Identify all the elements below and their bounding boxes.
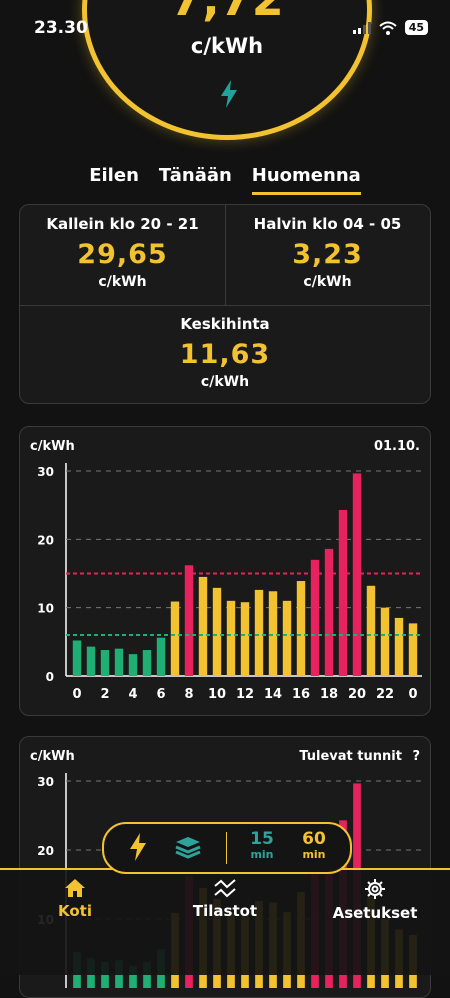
nav-tilastot-label: Tilastot — [192, 902, 258, 920]
price-bar — [128, 654, 138, 676]
avg-price-value: 11,63 — [179, 339, 271, 370]
avg-price-unit: c/kWh — [200, 374, 250, 390]
max-price-label: Kallein klo 20 - 21 — [46, 215, 199, 233]
nav-asetukset-label: Asetukset — [332, 904, 418, 922]
option-60-min[interactable]: 60 min — [296, 830, 332, 861]
max-price-unit: c/kWh — [98, 274, 147, 290]
option-60-number: 60 — [302, 829, 326, 849]
option-60-unit: min — [302, 848, 326, 861]
y-tick-label: 10 — [37, 602, 54, 616]
price-bar — [282, 600, 292, 676]
lightning-icon — [221, 80, 237, 108]
nav-tilastot[interactable]: Tilastot — [170, 878, 280, 920]
price-bar — [198, 576, 208, 676]
price-bar — [394, 617, 404, 676]
nav-koti-label: Koti — [58, 902, 92, 920]
x-tick-label: 8 — [184, 687, 193, 702]
price-bar — [310, 559, 320, 676]
x-tick-label: 12 — [236, 687, 254, 702]
pill-divider — [226, 832, 227, 864]
x-tick-label: 10 — [208, 687, 226, 702]
tab-tanaan[interactable]: Tänään — [159, 165, 232, 195]
interval-toggle: 15 min 60 min — [102, 822, 352, 874]
x-tick-label: 22 — [376, 687, 394, 702]
max-price-value: 29,65 — [77, 239, 168, 270]
price-bar — [156, 637, 166, 676]
avg-price-label: Keskihinta — [180, 315, 270, 333]
x-tick-label: 6 — [156, 687, 165, 702]
x-tick-label: 0 — [72, 687, 81, 702]
option-15-unit: min — [250, 848, 274, 861]
x-tick-label: 16 — [292, 687, 310, 702]
price-bar — [100, 650, 110, 676]
max-price-cell: Kallein klo 20 - 21 29,65 c/kWh — [20, 215, 225, 290]
stats-icon — [214, 879, 236, 898]
status-time: 23.30 — [34, 18, 88, 38]
price-bar — [408, 623, 418, 676]
x-tick-label: 4 — [128, 687, 137, 702]
status-icons: 45 — [352, 20, 428, 35]
price-bar — [338, 509, 348, 676]
lightning-toggle-icon[interactable] — [128, 833, 148, 861]
option-15-number: 15 — [250, 829, 274, 849]
price-bar — [366, 585, 376, 676]
daily-price-chart-card: c/kWh 01.10. 0 10 20 30 0 2 4 6 8 10 12 14 16 18 20 22 0 — [19, 426, 431, 716]
price-bar — [86, 646, 96, 676]
price-bar — [170, 601, 180, 676]
wifi-icon — [379, 21, 397, 35]
y-tick-label: 20 — [37, 533, 54, 547]
price-bar — [226, 600, 236, 676]
status-bar: 23.30 45 — [0, 0, 450, 56]
tab-huomenna[interactable]: Huomenna — [251, 165, 361, 195]
gear-icon — [365, 879, 385, 899]
price-bar — [324, 548, 334, 676]
y-tick-label: 30 — [37, 465, 54, 479]
price-bar — [254, 589, 264, 676]
daily-price-chart: 0 10 20 30 0 2 4 6 8 10 12 14 16 18 20 22 0 — [37, 463, 422, 702]
price-bar — [184, 565, 194, 676]
min-price-value: 3,23 — [292, 239, 363, 270]
nav-asetukset[interactable]: Asetukset — [320, 878, 430, 922]
price-bar — [380, 607, 390, 676]
y-tick-label-2: 30 — [37, 775, 54, 789]
layers-icon[interactable] — [174, 835, 202, 859]
x-tick-label: 14 — [264, 687, 282, 702]
summary-card: Kallein klo 20 - 21 29,65 c/kWh Halvin k… — [19, 204, 431, 404]
signal-icon — [352, 21, 371, 34]
y-tick-label: 0 — [46, 670, 54, 684]
nav-koti[interactable]: Koti — [20, 878, 130, 920]
day-tabs: Eilen Tänään Huomenna — [0, 165, 450, 195]
price-bar — [114, 648, 124, 676]
x-tick-label: 2 — [100, 687, 109, 702]
bottom-nav: Koti Tilastot Asetukset — [0, 868, 450, 975]
x-tick-label: 18 — [320, 687, 338, 702]
price-bar — [72, 640, 82, 676]
price-bar — [142, 650, 152, 676]
y-tick-label-2: 20 — [37, 844, 54, 858]
price-bar — [296, 581, 306, 676]
min-price-unit: c/kWh — [303, 274, 352, 290]
x-tick-label: 20 — [348, 687, 366, 702]
min-price-label: Halvin klo 04 - 05 — [253, 215, 402, 233]
option-15-min[interactable]: 15 min — [244, 830, 280, 861]
tab-eilen[interactable]: Eilen — [89, 165, 139, 195]
price-bar — [352, 473, 362, 676]
home-icon — [65, 879, 85, 897]
x-tick-label: 0 — [408, 687, 417, 702]
min-price-cell: Halvin klo 04 - 05 3,23 c/kWh — [225, 215, 430, 290]
price-bar — [268, 591, 278, 676]
price-bar — [240, 602, 250, 676]
battery-icon: 45 — [404, 20, 428, 35]
avg-price-cell: Keskihinta 11,63 c/kWh — [20, 315, 430, 390]
price-bar — [212, 587, 222, 676]
